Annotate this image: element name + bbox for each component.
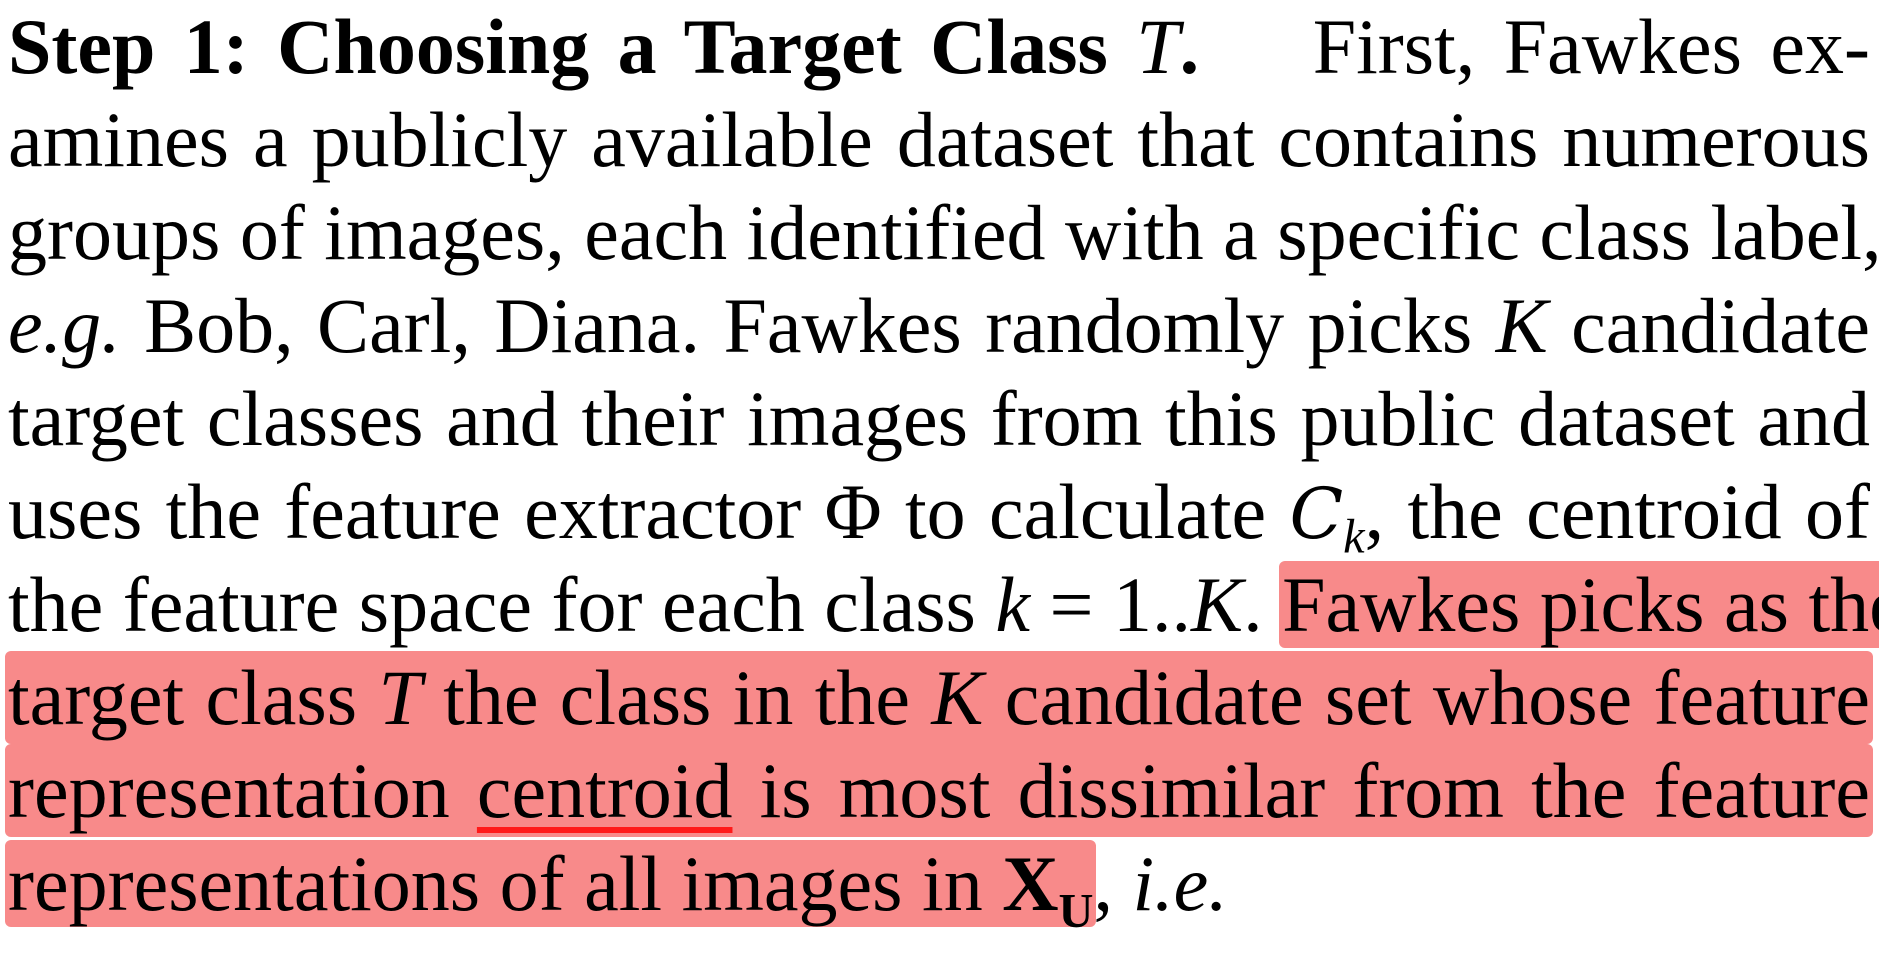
line-9-highlighted: representation centroid is most dissimil… xyxy=(5,744,1873,837)
line-10: representations of all images in XU, i.e… xyxy=(5,837,1870,938)
matrix-X: X xyxy=(1002,840,1059,927)
var-K: K xyxy=(1495,282,1548,369)
line-9-text-a: representation xyxy=(8,747,477,834)
line-9-text-b: is most dissimilar from the feature xyxy=(732,747,1870,834)
equation-range: = 1.. xyxy=(1030,561,1192,648)
highlighted-text: Fawkes picks as the xyxy=(1279,561,1879,648)
var-K: K xyxy=(931,654,984,741)
var-T: T xyxy=(378,654,422,741)
line-4-text-a: Bob, Carl, Diana. Fawkes randomly picks xyxy=(120,282,1496,369)
centroid-symbol: C xyxy=(1289,473,1344,555)
line-5: target classes and their images from thi… xyxy=(8,375,1870,462)
var-k: k xyxy=(995,561,1031,648)
line-10-text: representations of all images in xyxy=(8,840,1003,927)
line-6-text-a: uses the feature extractor Φ to calculat… xyxy=(8,468,1290,555)
line-8-text-b: the class in the xyxy=(421,654,932,741)
step-heading: Step 1: Choosing a Target Class xyxy=(8,3,1108,90)
line-4-text-b: candidate xyxy=(1547,282,1870,369)
paper-paragraph: Step 1: Choosing a Target Class T. First… xyxy=(5,0,1879,938)
line-8-text-c: candidate set whose feature xyxy=(983,654,1870,741)
matrix-subscript-U: U xyxy=(1058,884,1094,938)
eg-abbrev: e.g. xyxy=(8,282,121,369)
line-4: e.g. Bob, Carl, Diana. Fawkes randomly p… xyxy=(8,279,1870,372)
ie-abbrev: i.e. xyxy=(1132,840,1228,927)
comma: , xyxy=(1093,840,1133,927)
heading-period: . xyxy=(1179,3,1200,90)
highlighted-text: representations of all images in XU xyxy=(5,840,1097,938)
underlined-word: centroid xyxy=(476,747,733,834)
line-1-text: First, Fawkes ex- xyxy=(1312,3,1871,90)
centroid-subscript: k xyxy=(1343,510,1365,564)
line-1: Step 1: Choosing a Target Class T. First… xyxy=(8,0,1870,93)
line-2: amines a publicly available dataset that… xyxy=(8,96,1870,183)
var-K: K xyxy=(1191,561,1244,648)
line-7: the feature space for each class k = 1..… xyxy=(8,558,1879,651)
line-3: groups of images, each identified with a… xyxy=(8,189,1879,276)
sentence-period: . xyxy=(1243,561,1283,648)
line-6: uses the feature extractor Φ to calculat… xyxy=(8,465,1870,564)
line-8-highlighted: target class T the class in the K candid… xyxy=(5,651,1873,744)
heading-variable: T xyxy=(1136,3,1180,90)
line-6-text-b: , the centroid of xyxy=(1364,468,1870,555)
line-7-text-a: the feature space for each class xyxy=(8,561,996,648)
line-8-text-a: target class xyxy=(8,654,379,741)
